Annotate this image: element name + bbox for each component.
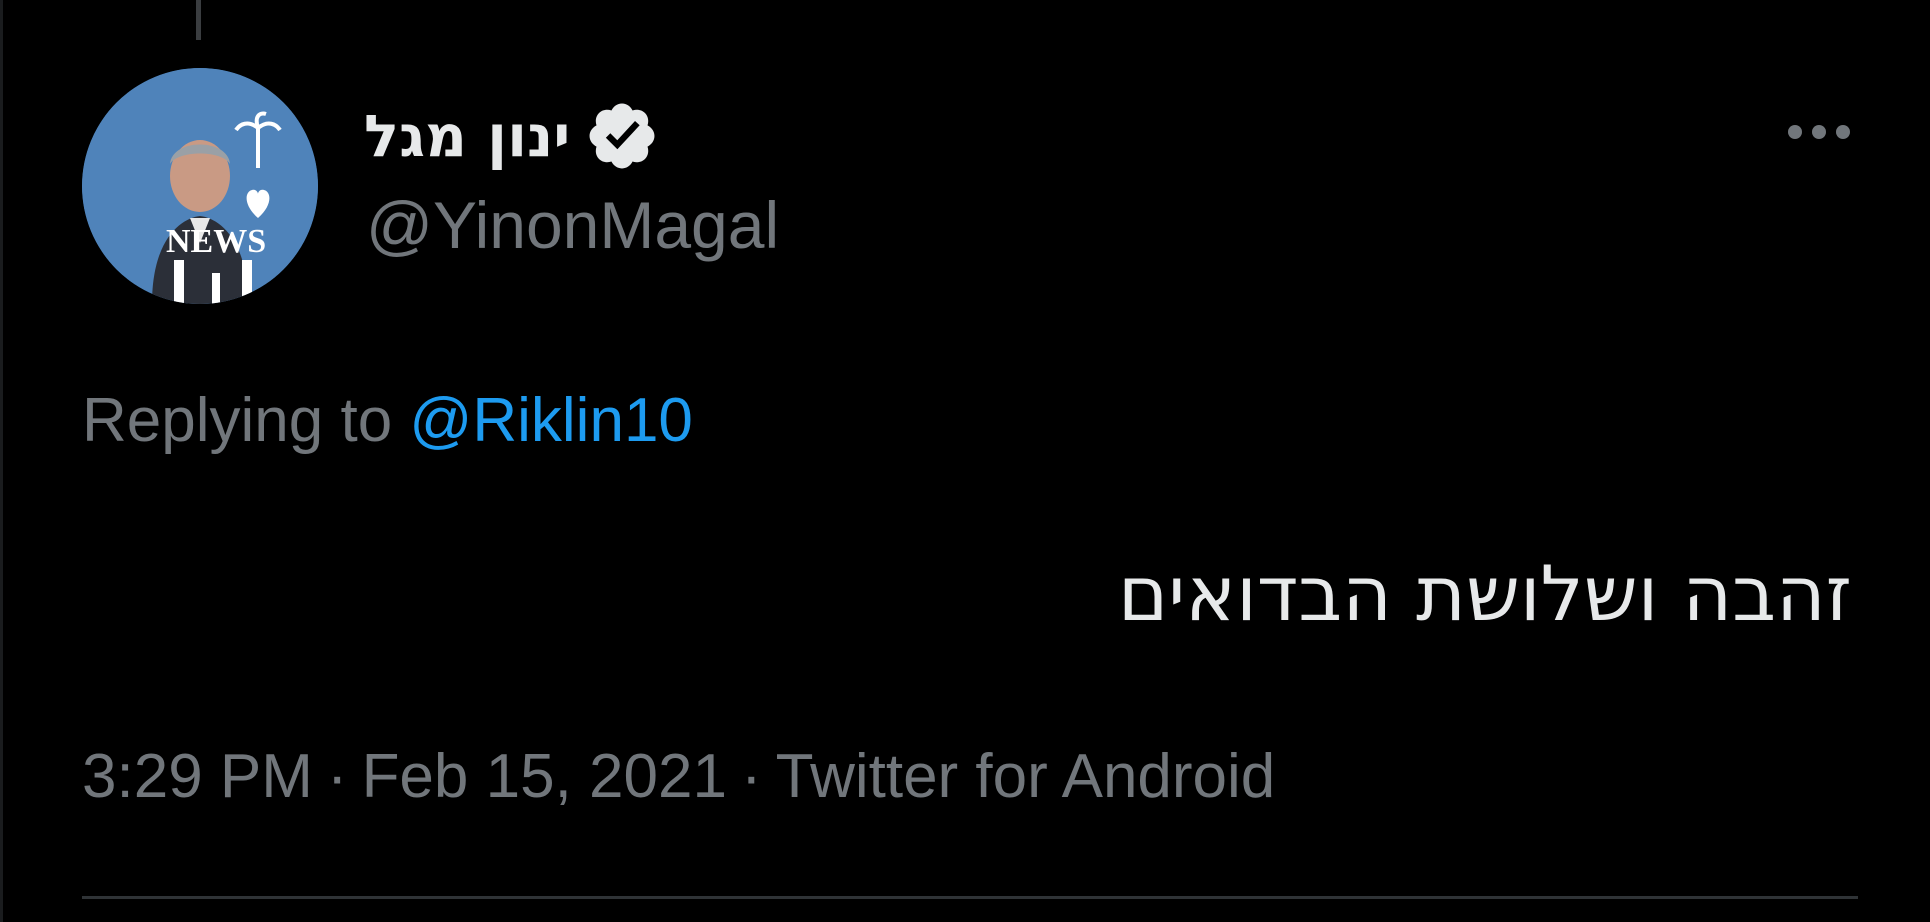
tweet-metadata: 3:29 PM · Feb 15, 2021 · Twitter for Android xyxy=(82,746,1275,808)
tweet-date-link[interactable]: Feb 15, 2021 xyxy=(362,742,727,811)
thread-connector-line xyxy=(196,0,201,40)
tweet-text: זהבה ושלושת הבדואים xyxy=(1117,549,1852,638)
timeline-left-border xyxy=(0,0,3,922)
tweet-source-link[interactable]: Twitter for Android xyxy=(776,742,1276,811)
author-handle[interactable]: @YinonMagal xyxy=(366,192,779,258)
more-options-icon-dot xyxy=(1836,125,1850,139)
author-name-row[interactable]: ינון מגל xyxy=(364,96,660,176)
avatar-logo-text: NEWS xyxy=(166,223,266,260)
avatar-image: NEWS xyxy=(82,68,318,304)
tweet-time-link[interactable]: 3:29 PM xyxy=(82,742,313,811)
replying-to-line: Replying to @Riklin10 xyxy=(82,390,693,452)
replying-to-label: Replying to xyxy=(82,386,393,455)
reply-target-link[interactable]: @Riklin10 xyxy=(409,386,692,455)
verified-badge-icon xyxy=(584,98,660,174)
more-options-icon-dot xyxy=(1812,125,1826,139)
more-options-icon xyxy=(1788,125,1802,139)
meta-separator: · xyxy=(326,742,348,811)
author-display-name[interactable]: ינון מגל xyxy=(364,107,570,165)
avatar[interactable]: NEWS xyxy=(82,68,318,304)
more-options-button[interactable] xyxy=(1774,112,1864,152)
meta-separator: · xyxy=(740,742,762,811)
divider xyxy=(82,896,1858,899)
